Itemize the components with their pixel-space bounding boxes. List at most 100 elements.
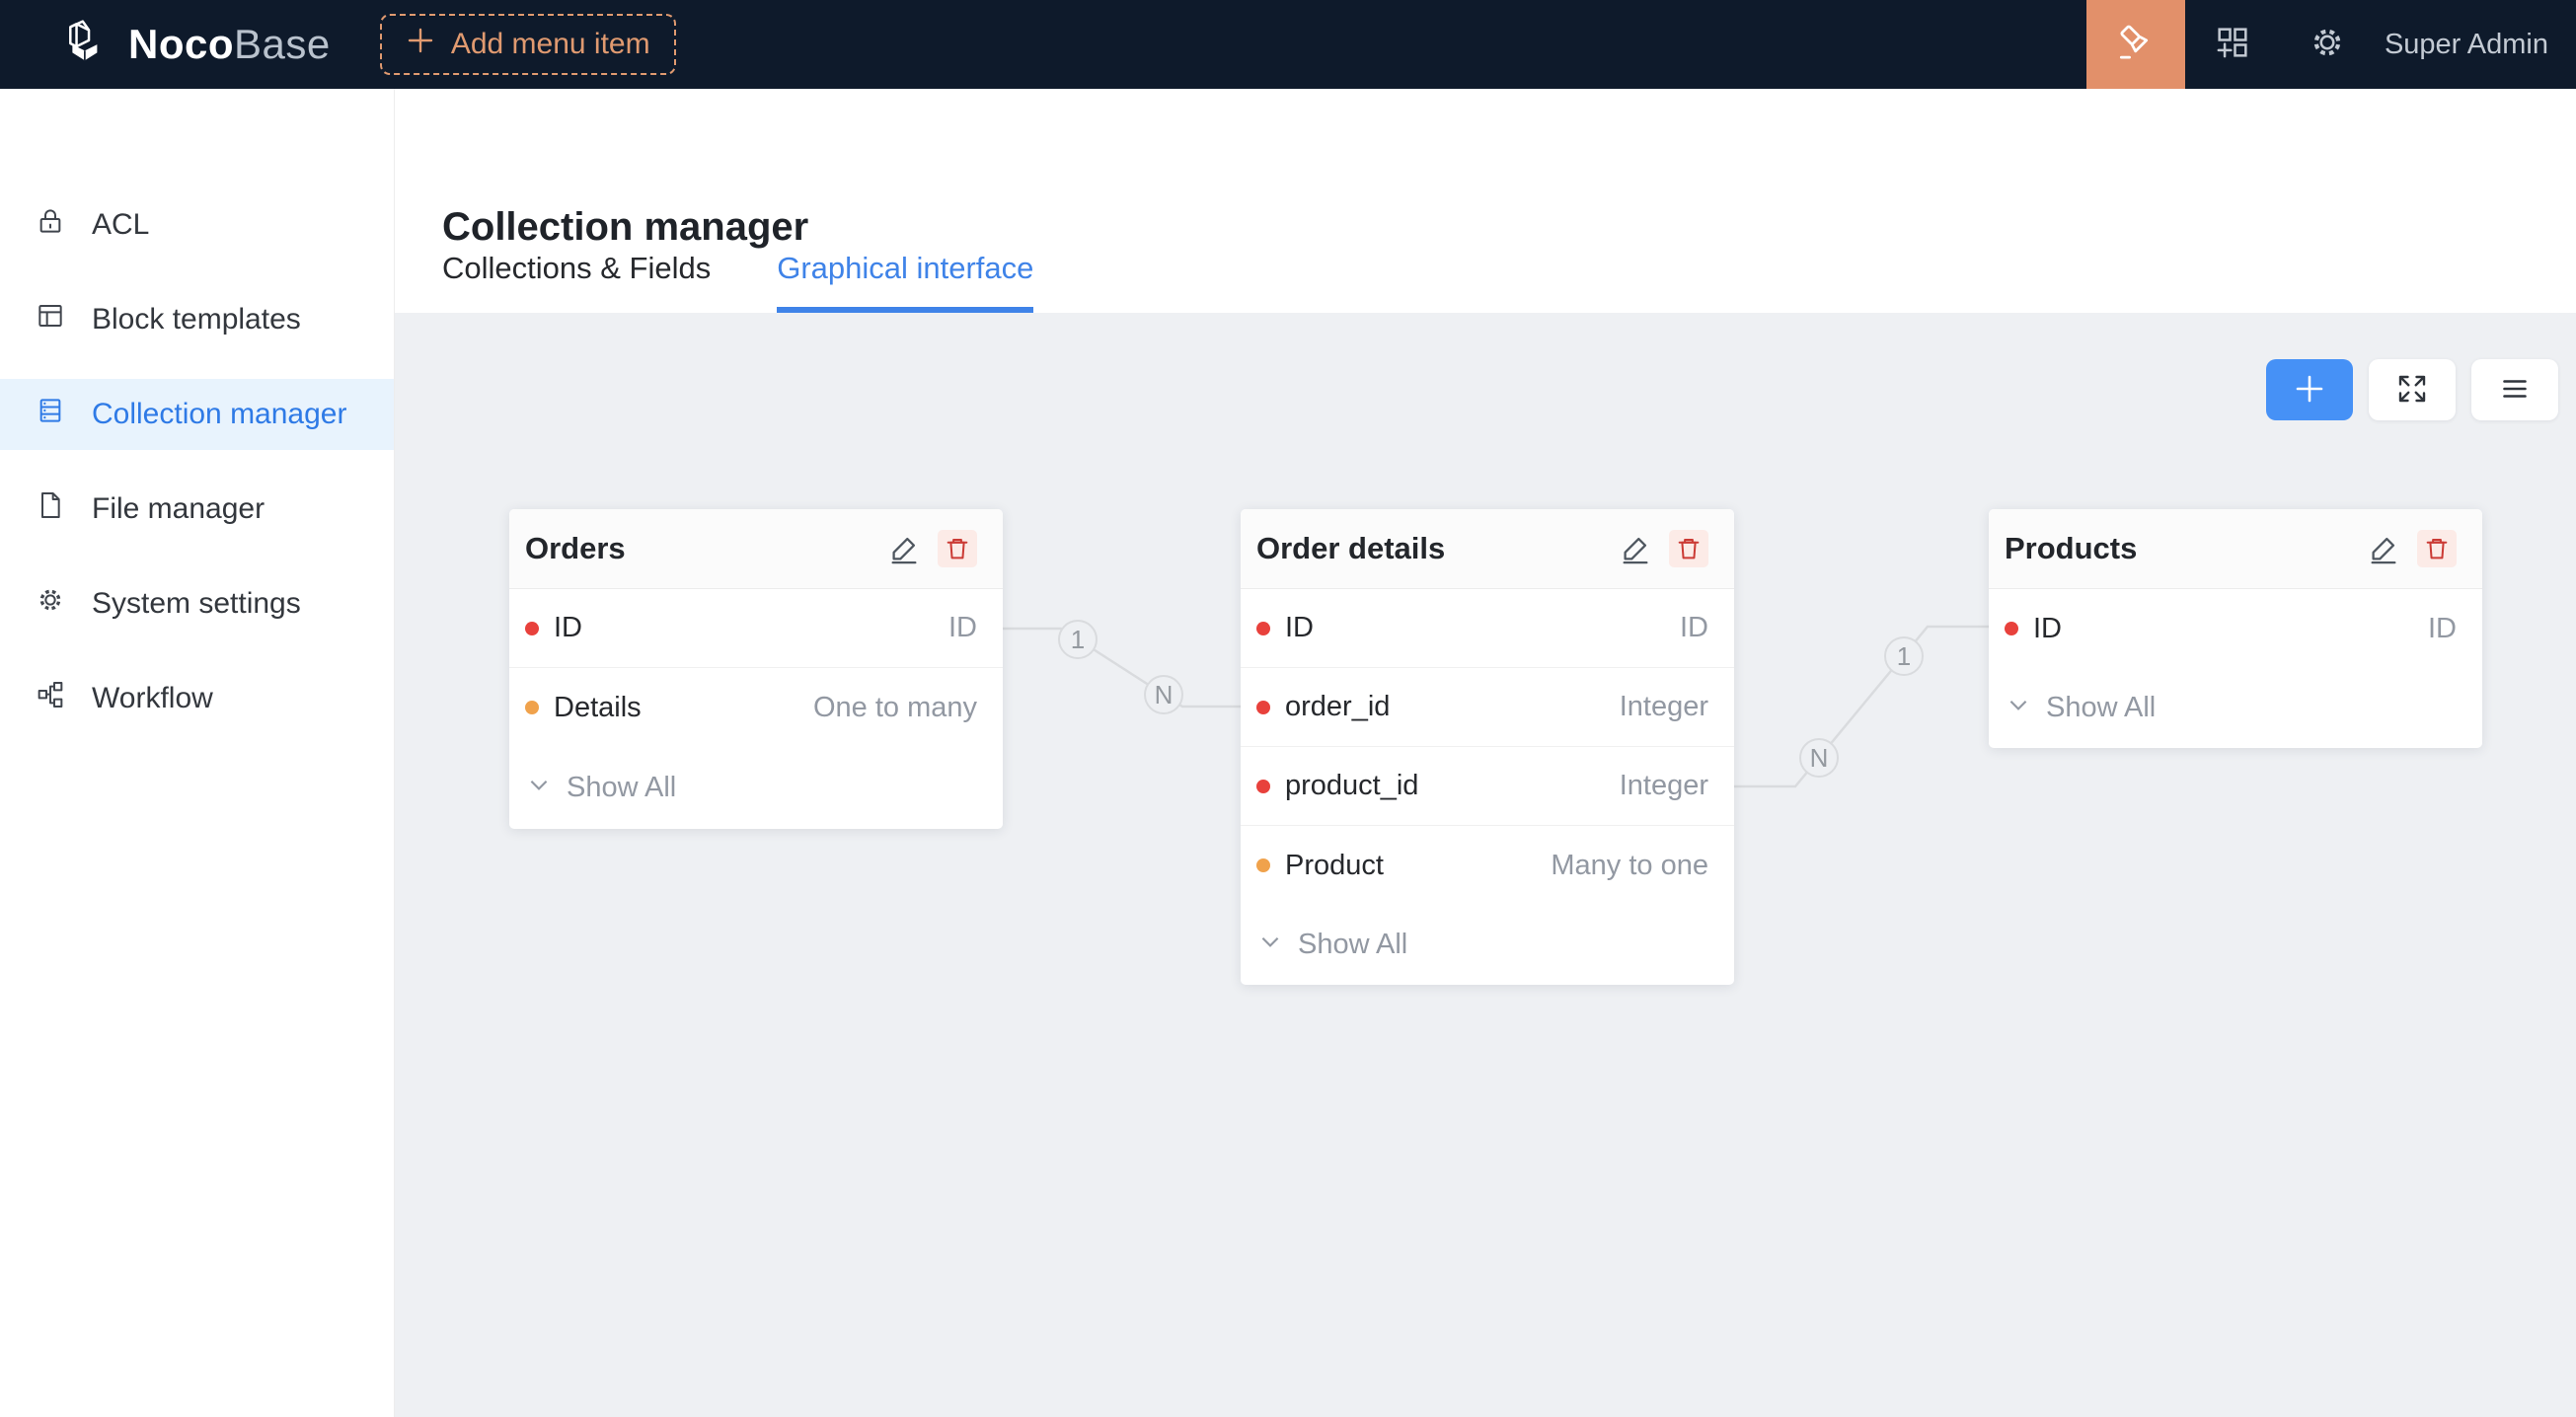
field-type: Integer <box>1620 691 1708 723</box>
entity-title: Order details <box>1256 531 1445 566</box>
menu-icon <box>2497 371 2533 410</box>
field-row: product_id Integer <box>1241 747 1734 826</box>
sidebar-item-workflow[interactable]: Workflow <box>0 663 394 734</box>
field-row: ID ID <box>509 589 1003 668</box>
field-name: ID <box>2033 613 2062 645</box>
plugins-button[interactable] <box>2185 0 2280 89</box>
sidebar-item-label: Collection manager <box>92 398 346 431</box>
highlighter-icon <box>2114 21 2158 69</box>
primary-key-dot <box>1256 780 1270 793</box>
tab-bar: Collections & Fields Graphical interface <box>442 251 1033 313</box>
layout-icon <box>35 300 66 339</box>
delete-collection-button[interactable] <box>2417 530 2457 567</box>
field-type: ID <box>948 612 977 644</box>
gear-icon <box>35 584 66 624</box>
show-all-button[interactable]: Show All <box>1241 905 1734 985</box>
topbar: NocoBase Add menu item <box>0 0 2576 89</box>
primary-key-dot <box>1256 701 1270 714</box>
sidebar-item-label: ACL <box>92 208 149 242</box>
chevron-down-icon <box>2006 692 2031 725</box>
settings-button[interactable] <box>2280 0 2375 89</box>
entity-card-header: Orders <box>509 509 1003 589</box>
show-all-button[interactable]: Show All <box>1989 668 2482 748</box>
sidebar-item-label: System settings <box>92 587 301 621</box>
cardinality-label: 1 <box>1071 625 1085 654</box>
field-name: product_id <box>1285 770 1418 802</box>
sidebar-item-label: File manager <box>92 492 265 526</box>
topbar-right: Super Admin <box>2086 0 2576 89</box>
entity-card-products[interactable]: Products <box>1989 509 2482 748</box>
field-row: ID ID <box>1989 589 2482 668</box>
field-row: Details One to many <box>509 668 1003 747</box>
database-icon <box>35 395 66 434</box>
field-name: ID <box>1285 612 1314 644</box>
entity-card-header: Order details <box>1241 509 1734 589</box>
nocobase-logo-icon <box>63 18 113 72</box>
field-row: Product Many to one <box>1241 826 1734 905</box>
content: Collection manager Collections & Fields … <box>395 89 2576 1417</box>
field-name: Product <box>1285 850 1384 882</box>
field-name: Details <box>554 692 642 724</box>
field-type: One to many <box>813 692 977 724</box>
file-icon <box>35 489 66 529</box>
sidebar: ACL Block templates Collect <box>0 89 395 1417</box>
delete-collection-button[interactable] <box>938 530 977 567</box>
tab-graphical-interface[interactable]: Graphical interface <box>777 251 1033 313</box>
entity-card-order-details[interactable]: Order details <box>1241 509 1734 985</box>
cardinality-label: N <box>1155 680 1174 709</box>
field-row: ID ID <box>1241 589 1734 668</box>
fullscreen-button[interactable] <box>2369 359 2456 420</box>
collection-list-button[interactable] <box>2471 359 2558 420</box>
sidebar-item-block-templates[interactable]: Block templates <box>0 284 394 355</box>
appstore-add-icon <box>2213 23 2252 67</box>
graph-toolbar <box>2266 359 2558 420</box>
primary-key-dot <box>1256 622 1270 635</box>
relation-dot <box>525 701 539 714</box>
show-all-button[interactable]: Show All <box>509 747 1003 829</box>
connection-orderdetails-products <box>1734 627 1989 786</box>
user-menu[interactable]: Super Admin <box>2385 29 2548 61</box>
entity-card-header: Products <box>1989 509 2482 589</box>
connection-orders-orderdetails <box>1003 629 1241 707</box>
plus-icon <box>406 26 435 63</box>
relation-dot <box>1256 858 1270 872</box>
plus-icon <box>2291 370 2328 410</box>
field-name: order_id <box>1285 691 1390 723</box>
nocobase-logo[interactable]: NocoBase <box>63 18 331 72</box>
edit-collection-button[interactable] <box>2366 531 2401 566</box>
chevron-down-icon <box>1257 929 1283 962</box>
cardinality-label: N <box>1810 743 1829 773</box>
sidebar-item-label: Workflow <box>92 682 213 715</box>
brand-text: NocoBase <box>128 21 331 68</box>
primary-key-dot <box>2005 622 2018 635</box>
chevron-down-icon <box>526 772 552 805</box>
tab-collections-fields[interactable]: Collections & Fields <box>442 251 711 313</box>
page-title: Collection manager <box>442 205 808 250</box>
main-area: ACL Block templates Collect <box>0 89 2576 1417</box>
sidebar-item-collection-manager[interactable]: Collection manager <box>0 379 394 450</box>
ui-editor-button[interactable] <box>2086 0 2185 89</box>
sidebar-item-system-settings[interactable]: System settings <box>0 568 394 639</box>
workflow-icon <box>35 679 66 718</box>
entity-card-orders[interactable]: Orders <box>509 509 1003 829</box>
field-row: order_id Integer <box>1241 668 1734 747</box>
entity-title: Orders <box>525 531 626 566</box>
add-menu-item-button[interactable]: Add menu item <box>380 14 676 75</box>
edit-collection-button[interactable] <box>1618 531 1653 566</box>
field-type: ID <box>2428 613 2457 645</box>
page-header: Collection manager Collections & Fields … <box>395 89 2576 313</box>
field-name: ID <box>554 612 582 644</box>
er-diagram-canvas[interactable]: 1 N N 1 <box>395 313 2576 1417</box>
entity-title: Products <box>2005 531 2137 566</box>
expand-icon <box>2394 371 2430 410</box>
lock-icon <box>35 205 66 245</box>
sidebar-item-acl[interactable]: ACL <box>0 189 394 261</box>
primary-key-dot <box>525 622 539 635</box>
sidebar-item-file-manager[interactable]: File manager <box>0 474 394 545</box>
add-collection-button[interactable] <box>2266 359 2353 420</box>
field-type: Many to one <box>1551 850 1708 882</box>
field-type: Integer <box>1620 770 1708 802</box>
edit-collection-button[interactable] <box>886 531 922 566</box>
cardinality-label: 1 <box>1897 641 1911 671</box>
delete-collection-button[interactable] <box>1669 530 1708 567</box>
